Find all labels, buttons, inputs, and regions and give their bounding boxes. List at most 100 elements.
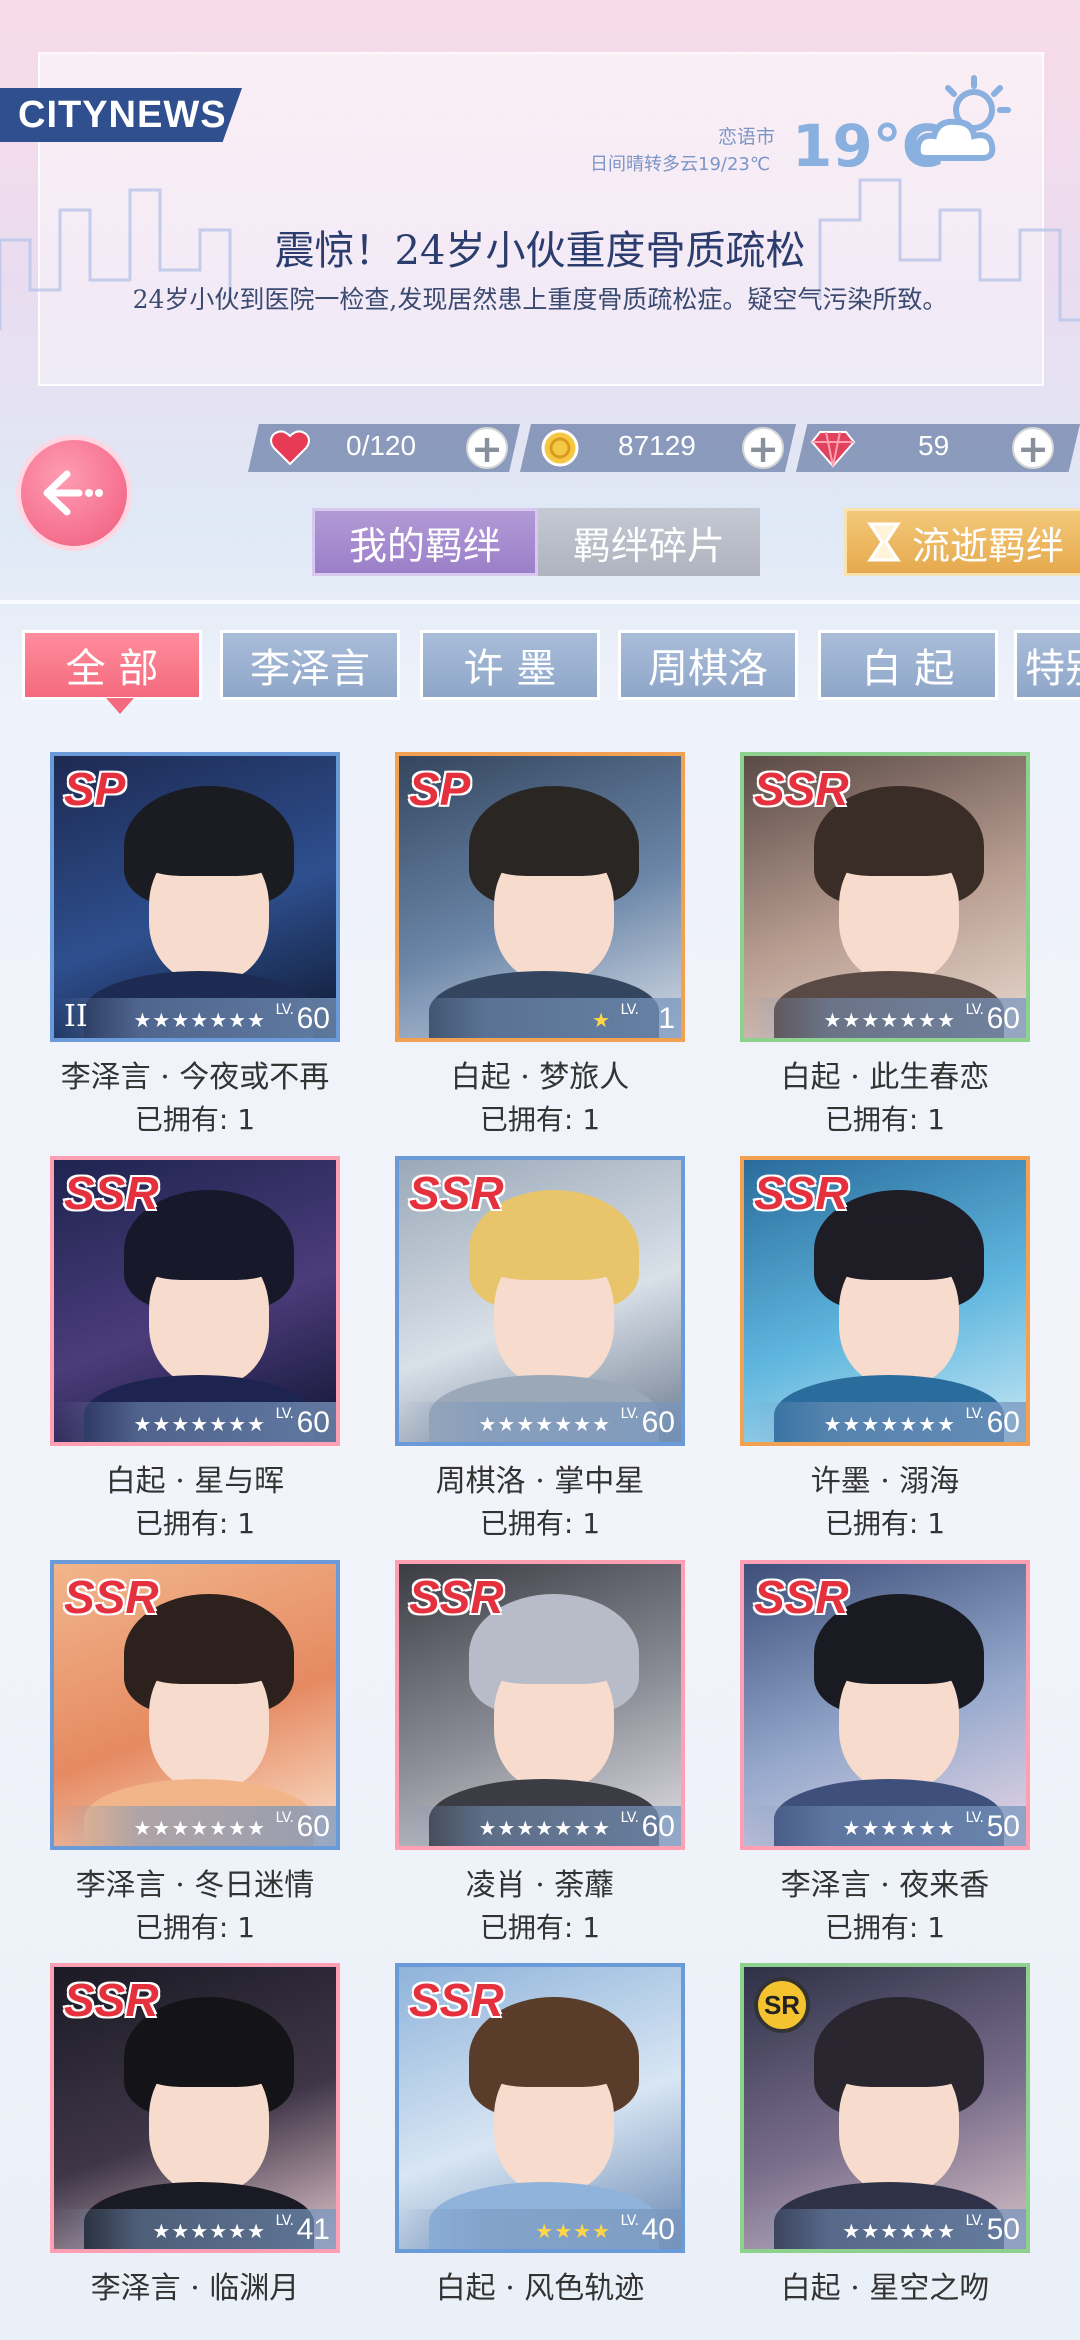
card-art: SSR ★★★★★★★ LV. 60 bbox=[740, 752, 1030, 1042]
level-label: LV. bbox=[965, 1406, 984, 1422]
level-value: 50 bbox=[986, 2213, 1020, 2246]
card-name: 白起 · 星与晖 bbox=[105, 1464, 285, 1499]
news-subline: 24岁小伙到医院一检查,发现居然患上重度骨质疏松症。疑空气污染所致。 bbox=[132, 285, 948, 314]
character-fringe bbox=[484, 816, 624, 876]
tab-my-bonds[interactable]: 我的羁绊 bbox=[312, 508, 538, 576]
star-rating: ★★★★★★★ bbox=[133, 1412, 266, 1436]
rarity-badge: SSR bbox=[409, 1974, 504, 2026]
bond-card[interactable]: SSR ★★★★★★★ LV. 60 李泽言 · 冬日迷情 已拥有: 1 bbox=[50, 1560, 340, 1944]
level-label: LV. bbox=[275, 2213, 294, 2229]
filter-li-zeyan[interactable]: 李泽言 bbox=[220, 630, 400, 700]
tab-lost-bonds-label: 流逝羁绊 bbox=[911, 523, 1064, 568]
bond-card[interactable]: SSR ★★★★★★ LV. 41 李泽言 · 临渊月 bbox=[50, 1963, 340, 2306]
bond-card[interactable]: SP ★ LV. 1 白起 · 梦旅人 已拥有: 1 bbox=[395, 752, 685, 1136]
owned-count: 已拥有: 1 bbox=[824, 1911, 946, 1944]
card-art: SSR ★★★★★★★ LV. 60 bbox=[395, 1560, 685, 1850]
rarity-badge: SR bbox=[754, 1977, 810, 2033]
star-rating: ★★★★★★★ bbox=[133, 1816, 266, 1840]
evolution-rank: II bbox=[64, 999, 88, 1034]
level-label: LV. bbox=[965, 1810, 984, 1826]
back-button[interactable] bbox=[16, 435, 132, 551]
star-rating: ★★★★★★★ bbox=[478, 1412, 611, 1436]
star-rating: ★★★★★★★ bbox=[823, 1412, 956, 1436]
level-value: 41 bbox=[296, 2213, 330, 2246]
citynews-tag: CITYNEWS bbox=[0, 88, 242, 142]
tab-lost-bonds[interactable]: 流逝羁绊 bbox=[844, 508, 1080, 576]
card-name: 李泽言 · 冬日迷情 bbox=[75, 1868, 315, 1903]
level-value: 40 bbox=[641, 2213, 675, 2246]
owned-count: 已拥有: 1 bbox=[134, 1911, 256, 1944]
add-coins-button[interactable]: + bbox=[742, 427, 784, 469]
tab-bond-fragments[interactable]: 羁绊碎片 bbox=[538, 508, 760, 576]
diamond-icon bbox=[810, 431, 856, 468]
character-fringe bbox=[139, 2027, 279, 2087]
character-fringe bbox=[484, 2027, 624, 2087]
rarity-badge: SSR bbox=[64, 1571, 159, 1623]
level-value: 60 bbox=[986, 1406, 1020, 1439]
character-fringe bbox=[829, 2027, 969, 2087]
coins-bar: 87129 + bbox=[520, 424, 796, 472]
character-fringe bbox=[139, 816, 279, 876]
stamina-value: 0/120 bbox=[346, 430, 417, 461]
hourglass-icon bbox=[867, 522, 901, 562]
level-value: 60 bbox=[296, 1002, 330, 1035]
bond-card[interactable]: SR ★★★★★★ LV. 50 白起 · 星空之吻 bbox=[740, 1963, 1030, 2306]
rarity-badge: SP bbox=[409, 763, 471, 815]
owned-count: 已拥有: 1 bbox=[824, 1507, 946, 1540]
card-name: 李泽言 · 夜来香 bbox=[780, 1868, 990, 1903]
coin-icon bbox=[541, 429, 579, 467]
active-filter-pointer bbox=[106, 698, 134, 714]
character-fringe bbox=[829, 1220, 969, 1280]
filter-all[interactable]: 全 部 bbox=[22, 630, 202, 700]
bond-card[interactable]: SSR ★★★★★★★ LV. 60 周棋洛 · 掌中星 已拥有: 1 bbox=[395, 1156, 685, 1540]
filter-bai-qi[interactable]: 白 起 bbox=[818, 630, 998, 700]
card-art: SSR ★★★★★★★ LV. 60 bbox=[50, 1156, 340, 1446]
card-art: SSR ★★★★ LV. 40 bbox=[395, 1963, 685, 2253]
star-rating: ★★★★★★★ bbox=[133, 1008, 266, 1032]
filter-special[interactable]: 特别 bbox=[1014, 630, 1080, 700]
filter-xu-mo[interactable]: 许 墨 bbox=[420, 630, 600, 700]
heart-icon bbox=[270, 430, 310, 466]
card-name: 白起 · 风色轨迹 bbox=[435, 2271, 645, 2306]
add-diamonds-button[interactable]: + bbox=[1012, 427, 1054, 469]
character-fringe bbox=[829, 1624, 969, 1684]
rarity-badge: SSR bbox=[409, 1167, 504, 1219]
card-art: SP ★★★★★★★ LV. 60 II bbox=[50, 752, 340, 1042]
card-name: 周棋洛 · 掌中星 bbox=[435, 1464, 645, 1499]
level-label: LV. bbox=[620, 1406, 639, 1422]
character-fringe bbox=[139, 1220, 279, 1280]
owned-count: 已拥有: 1 bbox=[134, 1507, 256, 1540]
owned-count: 已拥有: 1 bbox=[479, 1103, 601, 1136]
bond-card[interactable]: SSR ★★★★ LV. 40 白起 · 风色轨迹 bbox=[395, 1963, 685, 2306]
star-rating: ★★★★ bbox=[535, 2219, 611, 2243]
rarity-badge: SSR bbox=[754, 1167, 849, 1219]
card-name: 白起 · 星空之吻 bbox=[780, 2271, 990, 2306]
level-label: LV. bbox=[620, 2213, 639, 2229]
card-art: SSR ★★★★★★ LV. 50 bbox=[740, 1560, 1030, 1850]
bond-card[interactable]: SSR ★★★★★★ LV. 50 李泽言 · 夜来香 已拥有: 1 bbox=[740, 1560, 1030, 1944]
bond-card[interactable]: SSR ★★★★★★★ LV. 60 白起 · 星与晖 已拥有: 1 bbox=[50, 1156, 340, 1540]
card-art: SSR ★★★★★★★ LV. 60 bbox=[740, 1156, 1030, 1446]
bond-card[interactable]: SSR ★★★★★★★ LV. 60 凌肖 · 荼蘼 已拥有: 1 bbox=[395, 1560, 685, 1944]
character-fringe bbox=[139, 1624, 279, 1684]
level-label: LV. bbox=[275, 1406, 294, 1422]
level-label: LV. bbox=[965, 1002, 984, 1018]
bond-card[interactable]: SSR ★★★★★★★ LV. 60 许墨 · 溺海 已拥有: 1 bbox=[740, 1156, 1030, 1540]
divider bbox=[0, 600, 1080, 604]
add-stamina-button[interactable]: + bbox=[466, 427, 508, 469]
star-rating: ★★★★★★ bbox=[842, 1816, 956, 1840]
star-rating: ★★★★★★★ bbox=[823, 1008, 956, 1032]
bond-card[interactable]: SSR ★★★★★★★ LV. 60 白起 · 此生春恋 已拥有: 1 bbox=[740, 752, 1030, 1136]
level-label: LV. bbox=[275, 1810, 294, 1826]
star-rating: ★★★★★★ bbox=[152, 2219, 266, 2243]
rarity-badge: SSR bbox=[409, 1571, 504, 1623]
filter-zhou-qiluo[interactable]: 周棋洛 bbox=[618, 630, 798, 700]
card-art: SSR ★★★★★★ LV. 41 bbox=[50, 1963, 340, 2253]
card-name: 白起 · 梦旅人 bbox=[450, 1060, 630, 1095]
rarity-badge: SSR bbox=[64, 1167, 159, 1219]
card-art: SR ★★★★★★ LV. 50 bbox=[740, 1963, 1030, 2253]
city-name: 恋语市 bbox=[718, 126, 776, 148]
character-fringe bbox=[829, 816, 969, 876]
bond-card[interactable]: SP ★★★★★★★ LV. 60 II 李泽言 · 今夜或不再 已拥有: 1 bbox=[50, 752, 340, 1136]
card-name: 李泽言 · 今夜或不再 bbox=[60, 1060, 330, 1095]
